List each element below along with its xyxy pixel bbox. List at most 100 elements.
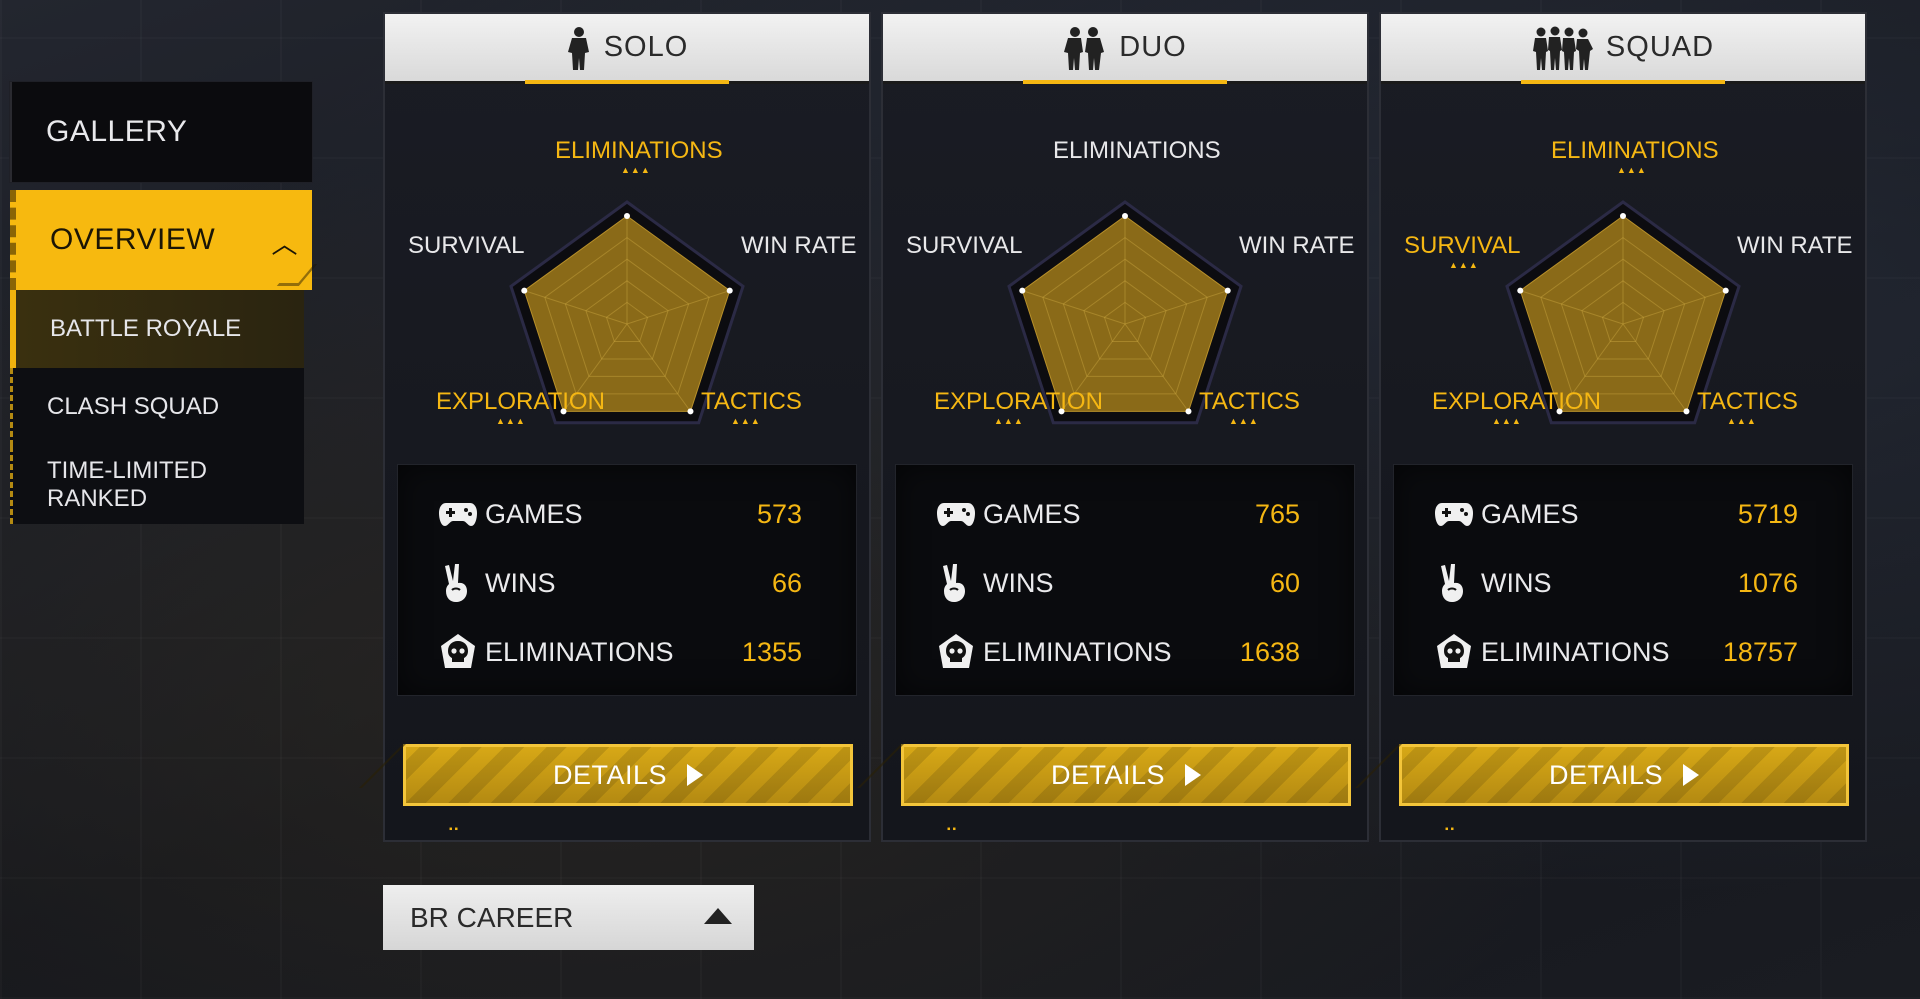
highlight-marker-icon: ▲▲▲	[621, 165, 651, 175]
radar-vertex-dot	[1185, 408, 1192, 415]
mode-title: SQUAD	[1605, 31, 1715, 63]
stat-label: ELIMINATIONS	[1481, 636, 1670, 667]
skull-icon	[441, 634, 475, 668]
mode-card-duo: DUO ELIMINATIONS WIN RATE TACTICS ▲▲▲ EXPLORA…	[857, 12, 1369, 842]
stat-label: GAMES	[1481, 498, 1579, 529]
victory-hand-icon	[943, 564, 965, 602]
games-stat-icon	[934, 492, 978, 536]
radar-vertex-dot	[624, 213, 630, 219]
stat-value: 60	[1269, 567, 1300, 598]
gamepad-icon	[1435, 503, 1473, 526]
radar-vertex-dot	[1019, 287, 1026, 294]
details-button[interactable]: DETAILS	[857, 744, 1351, 806]
stat-label: ELIMINATIONS	[485, 636, 674, 667]
solo-soldier-icon	[567, 26, 589, 70]
mode-card-squad: SQUAD ELIMINATIONS ▲▲▲ WIN RATE TACTICS ▲▲▲ EX…	[1355, 12, 1867, 842]
details-label: DETAILS	[1050, 759, 1166, 790]
games-stat-icon	[1432, 492, 1476, 536]
stat-value: 765	[1254, 498, 1300, 529]
eliminations-stat-icon	[436, 630, 480, 674]
stat-value: 18757	[1722, 636, 1798, 667]
sidebar: GALLERY OVERVIEW ︿ BATTLE ROYALE CLASH S…	[10, 82, 318, 524]
stat-value: 573	[756, 498, 802, 529]
victory-hand-icon	[1441, 564, 1463, 602]
stat-row-eliminations: ELIMINATIONS 1355	[398, 627, 858, 677]
radar-area: ELIMINATIONS ▲▲▲ WIN RATE TACTICS ▲▲▲ EXPLORA…	[385, 84, 869, 469]
radar-vertex-dot	[521, 287, 528, 294]
radar-vertex-dot	[1122, 213, 1128, 219]
sidebar-item-battle-royale[interactable]: BATTLE ROYALE	[10, 290, 304, 368]
games-stat-icon	[436, 492, 480, 536]
skull-icon	[1437, 634, 1471, 668]
radar-area: ELIMINATIONS WIN RATE TACTICS ▲▲▲ EXPLORATIO…	[883, 84, 1367, 469]
stat-row-wins: WINS 60	[896, 558, 1356, 608]
play-arrow-icon	[1683, 764, 1700, 786]
details-label: DETAILS	[552, 759, 668, 790]
radar-vertex-dot	[1620, 213, 1626, 219]
stats-panel: GAMES 5719 WINS 1076 ELIMINATIONS 18757	[1393, 464, 1853, 696]
chevron-up-icon: ︿	[271, 229, 298, 259]
radar-label-survival: SURVIVAL	[906, 232, 1023, 259]
stat-row-eliminations: ELIMINATIONS 18757	[1394, 627, 1854, 677]
radar-label-exploration: EXPLORATION ▲▲▲	[934, 388, 1103, 426]
stat-label: GAMES	[983, 498, 1081, 529]
radar-vertex-dot	[1224, 287, 1231, 294]
stat-row-wins: WINS 1076	[1394, 558, 1854, 608]
details-label: DETAILS	[1548, 759, 1664, 790]
mode-card-solo: SOLO ELIMINATIONS ▲▲▲ WIN RATE TACTICS ▲▲▲ EXP…	[359, 12, 871, 842]
mode-header: SQUAD	[1381, 14, 1865, 84]
radar-label-survival: SURVIVAL ▲▲▲	[1404, 232, 1521, 270]
stat-row-eliminations: ELIMINATIONS 1638	[896, 627, 1356, 677]
radar-label-tactics: TACTICS ▲▲▲	[1199, 388, 1300, 426]
corner-decoration	[276, 264, 318, 286]
sidebar-item-label: CLASH SQUAD	[47, 393, 220, 420]
wins-stat-icon	[1432, 561, 1476, 605]
stat-value: 5719	[1737, 498, 1798, 529]
highlight-marker-icon: ▲▲▲	[496, 416, 526, 426]
sidebar-item-label: BATTLE ROYALE	[50, 315, 242, 342]
stats-panel: GAMES 573 WINS 66 ELIMINATIONS 1355	[397, 464, 857, 696]
highlight-marker-icon: ▲▲▲	[1449, 260, 1479, 270]
stat-row-wins: WINS 66	[398, 558, 858, 608]
sidebar-item-overview[interactable]: OVERVIEW ︿	[10, 190, 318, 290]
radar-label-win-rate: WIN RATE	[741, 232, 857, 259]
stat-label: WINS	[485, 567, 556, 598]
radar-label-tactics: TACTICS ▲▲▲	[1697, 388, 1798, 426]
sidebar-item-clash-squad[interactable]: CLASH SQUAD	[10, 368, 304, 446]
details-button[interactable]: DETAILS	[359, 744, 853, 806]
wins-stat-icon	[436, 561, 480, 605]
stat-value: 66	[771, 567, 802, 598]
gamepad-icon	[937, 503, 975, 526]
mode-title: DUO	[1119, 31, 1187, 63]
stat-row-games: GAMES 5719	[1394, 489, 1854, 539]
stat-label: ELIMINATIONS	[983, 636, 1172, 667]
button-corner-decoration	[359, 744, 447, 788]
highlight-marker-icon: ▲▲▲	[1492, 416, 1522, 426]
highlight-marker-icon: ▲▲▲	[1727, 416, 1757, 426]
details-button[interactable]: DETAILS	[1355, 744, 1849, 806]
sidebar-item-time-limited-ranked[interactable]: TIME-LIMITED RANKED	[10, 446, 304, 524]
sidebar-item-gallery[interactable]: GALLERY	[10, 82, 312, 182]
stat-value: 1355	[741, 636, 802, 667]
decorative-dots: ▪▪	[947, 824, 959, 835]
highlight-marker-icon: ▲▲▲	[1229, 416, 1259, 426]
radar-label-tactics: TACTICS ▲▲▲	[701, 388, 802, 426]
radar-label-eliminations: ELIMINATIONS	[1053, 137, 1221, 164]
radar-area: ELIMINATIONS ▲▲▲ WIN RATE TACTICS ▲▲▲ EXPLORA…	[1381, 84, 1865, 469]
decorative-dots: ▪▪	[449, 824, 461, 835]
radar-label-exploration: EXPLORATION ▲▲▲	[436, 388, 605, 426]
gamepad-icon	[439, 503, 477, 526]
mode-header: SOLO	[385, 14, 869, 84]
stat-value: 1076	[1737, 567, 1798, 598]
stat-label: WINS	[1481, 567, 1552, 598]
sidebar-item-label: TIME-LIMITED RANKED	[47, 457, 207, 512]
br-career-dropdown[interactable]: BR CAREER	[383, 885, 754, 950]
eliminations-stat-icon	[1432, 630, 1476, 674]
mode-title: SOLO	[603, 31, 689, 63]
radar-label-eliminations: ELIMINATIONS ▲▲▲	[555, 137, 723, 175]
stat-label: GAMES	[485, 498, 583, 529]
sidebar-item-label: OVERVIEW	[50, 223, 216, 256]
highlight-marker-icon: ▲▲▲	[1617, 165, 1647, 175]
duo-icon	[1063, 26, 1107, 70]
radar-label-win-rate: WIN RATE	[1239, 232, 1355, 259]
